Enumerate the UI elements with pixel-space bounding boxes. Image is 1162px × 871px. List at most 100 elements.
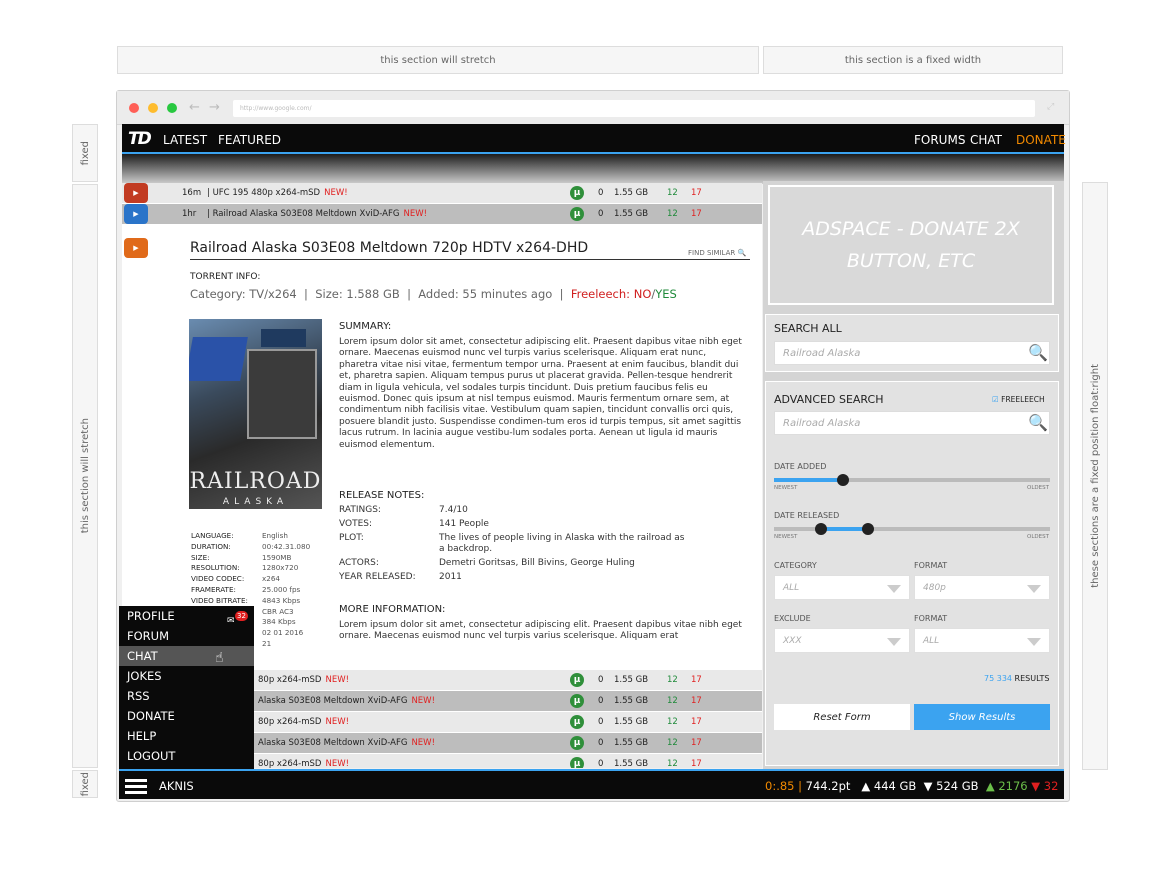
torrent-name[interactable]: 80p x264-mSD (258, 717, 321, 727)
torrent-info-heading: TORRENT INFO: (190, 272, 261, 282)
torrent-row[interactable]: ▶ 16m | UFC 195 480p x264-mSD NEW! μ 0 1.… (122, 183, 762, 203)
menu-chat[interactable]: CHAT ☝ (119, 646, 254, 666)
detail-title: Railroad Alaska S03E08 Meltdown 720p HDT… (190, 240, 750, 260)
address-bar[interactable]: http://www.google.com/ (233, 100, 1035, 117)
date-added-slider[interactable] (774, 474, 1050, 486)
mail-icon[interactable]: ✉ (227, 611, 235, 631)
menu-rss[interactable]: RSS (119, 686, 254, 706)
utorrent-icon[interactable]: μ (570, 715, 584, 729)
slider-handle-end[interactable] (861, 523, 874, 535)
user-menu: PROFILE ✉ 32 FORUM CHAT ☝ JOKES RSS DONA… (119, 606, 254, 772)
user-stats: 0:.85 | 744.2pt ▲ 444 GB ▼ 524 GB ▲ 2176… (765, 779, 1059, 793)
sidebar: ADSPACE - DONATE 2X BUTTON, ETC SEARCH A… (763, 181, 1064, 771)
exclude-label: EXCLUDE (774, 614, 811, 623)
status-bar: AKNIS 0:.85 | 744.2pt ▲ 444 GB ▼ 524 GB … (119, 769, 1064, 799)
maximize-dot-icon[interactable] (167, 103, 177, 113)
freeleech-checkbox[interactable]: ☑ FREELEECH (992, 395, 1045, 404)
newest-label: NEWEST (774, 534, 798, 540)
slider-handle[interactable] (837, 474, 849, 486)
torrent-name[interactable]: | UFC 195 480p x264-mSD (207, 188, 320, 198)
advanced-search-panel: ADVANCED SEARCH ☑ FREELEECH Railroad Ala… (765, 381, 1059, 766)
exclude-select[interactable]: XXX (774, 628, 910, 653)
torrent-name[interactable]: 80p x264-mSD (258, 675, 321, 685)
hand-cursor-icon: ☝ (215, 650, 224, 666)
format2-label: FORMAT (914, 614, 948, 623)
utorrent-icon[interactable]: μ (570, 757, 584, 768)
search-all-input[interactable]: Railroad Alaska (774, 341, 1050, 365)
menu-help[interactable]: HELP (119, 726, 254, 746)
menu-profile[interactable]: PROFILE ✉ 32 (119, 606, 254, 626)
torrent-name[interactable]: 80p x264-mSD (258, 759, 321, 768)
category-label: CATEGORY (774, 561, 817, 570)
date-released-slider[interactable] (774, 523, 1050, 535)
torrent-name[interactable]: Alaska S03E08 Meltdown XviD-AFG (258, 738, 407, 748)
tvsd-xvid-icon: ▶ (124, 204, 148, 224)
menu-jokes[interactable]: JOKES (119, 666, 254, 686)
find-similar-link[interactable]: FIND SIMILAR 🔍 (688, 249, 746, 257)
release-notes: RATINGS: 7.4/10 VOTES: 141 People PLOT: The… (339, 505, 685, 583)
summary-text: Lorem ipsum dolor sit amet, consectetur … (339, 337, 742, 450)
username[interactable]: AKNIS (159, 779, 194, 793)
fullscreen-icon[interactable]: ⤢ (1047, 102, 1054, 112)
format-label: FORMAT (914, 561, 948, 570)
search-all-panel: SEARCH ALL Railroad Alaska 🔍 (765, 314, 1059, 372)
advanced-search-input[interactable]: Railroad Alaska (774, 411, 1050, 435)
nav-latest[interactable]: LATEST (163, 133, 207, 147)
annotation-stretch-top: this section will stretch (117, 46, 759, 74)
reset-form-button[interactable]: Reset Form (774, 704, 910, 730)
upload-icon: ▲ (861, 779, 871, 793)
browser-toolbar: ← → http://www.google.com/ ⤢ (117, 91, 1069, 125)
slider-handle-start[interactable] (814, 523, 827, 535)
forward-arrow-icon[interactable]: → (209, 100, 220, 115)
utorrent-icon[interactable]: μ (570, 207, 584, 221)
menu-logout[interactable]: LOGOUT (119, 746, 254, 766)
torrent-info-line: Category: TV/x264 | Size: 1.588 GB | Add… (190, 287, 677, 301)
utorrent-icon[interactable]: μ (570, 736, 584, 750)
nav-forums[interactable]: FORUMS (914, 133, 965, 147)
minimize-dot-icon[interactable] (148, 103, 158, 113)
oldest-label: OLDEST (1027, 485, 1049, 491)
hdtv-480p-icon: ▶ (124, 183, 148, 203)
hamburger-menu-icon[interactable] (125, 779, 147, 795)
torrent-name[interactable]: Alaska S03E08 Meltdown XviD-AFG (258, 696, 407, 706)
search-icon[interactable]: 🔍 (1028, 413, 1048, 432)
nav-donate[interactable]: DONATE (1016, 133, 1066, 147)
poster-image[interactable]: RAILROAD ALASKA (189, 319, 322, 509)
site-logo[interactable]: TD (128, 129, 152, 149)
back-arrow-icon[interactable]: ← (189, 100, 200, 115)
oldest-label: OLDEST (1027, 534, 1049, 540)
results-count: 75 334 RESULTS (984, 674, 1050, 683)
annotation-right: these sections are a fixed position floa… (1082, 182, 1108, 770)
spec-keys: LANGUAGE: DURATION: SIZE: RESOLUTION: VIDEO … (191, 531, 248, 605)
top-nav: TD LATEST FEATURED FORUMS CHAT DONATE (122, 124, 1066, 154)
browser-window: ← → http://www.google.com/ ⤢ TD LATEST F… (116, 90, 1070, 802)
more-info-text: Lorem ipsum dolor sit amet, consectetur … (339, 620, 742, 642)
annotation-fixed-width: this section is a fixed width (763, 46, 1063, 74)
ad-space[interactable]: ADSPACE - DONATE 2X BUTTON, ETC (768, 185, 1054, 305)
annotation-stretch-left: this section will stretch (72, 184, 98, 768)
utorrent-icon[interactable]: μ (570, 186, 584, 200)
date-released-label: DATE RELEASED (774, 511, 840, 520)
utorrent-icon[interactable]: μ (570, 673, 584, 687)
torrent-name[interactable]: | Railroad Alaska S03E08 Meltdown XviD-A… (207, 209, 399, 219)
category-select[interactable]: ALL (774, 575, 910, 600)
search-all-label: SEARCH ALL (774, 322, 842, 335)
date-added-label: DATE ADDED (774, 462, 827, 471)
annotation-fixed-top: fixed (72, 124, 98, 182)
release-notes-heading: RELEASE NOTES: (339, 490, 425, 501)
utorrent-icon[interactable]: μ (570, 694, 584, 708)
show-results-button[interactable]: Show Results (914, 704, 1050, 730)
message-count-badge: 32 (235, 611, 248, 621)
nav-featured[interactable]: FEATURED (218, 133, 281, 147)
newest-label: NEWEST (774, 485, 798, 491)
more-info-heading: MORE INFORMATION: (339, 604, 446, 615)
summary-heading: SUMMARY: (339, 321, 392, 332)
menu-donate[interactable]: DONATE (119, 706, 254, 726)
download-icon: ▼ (923, 779, 933, 793)
nav-chat[interactable]: CHAT (970, 133, 1002, 147)
format-select[interactable]: 480p (914, 575, 1050, 600)
close-dot-icon[interactable] (129, 103, 139, 113)
search-icon[interactable]: 🔍 (1028, 343, 1048, 362)
format2-select[interactable]: ALL (914, 628, 1050, 653)
torrent-row[interactable]: ▶ 1hr | Railroad Alaska S03E08 Meltdown … (122, 204, 762, 224)
